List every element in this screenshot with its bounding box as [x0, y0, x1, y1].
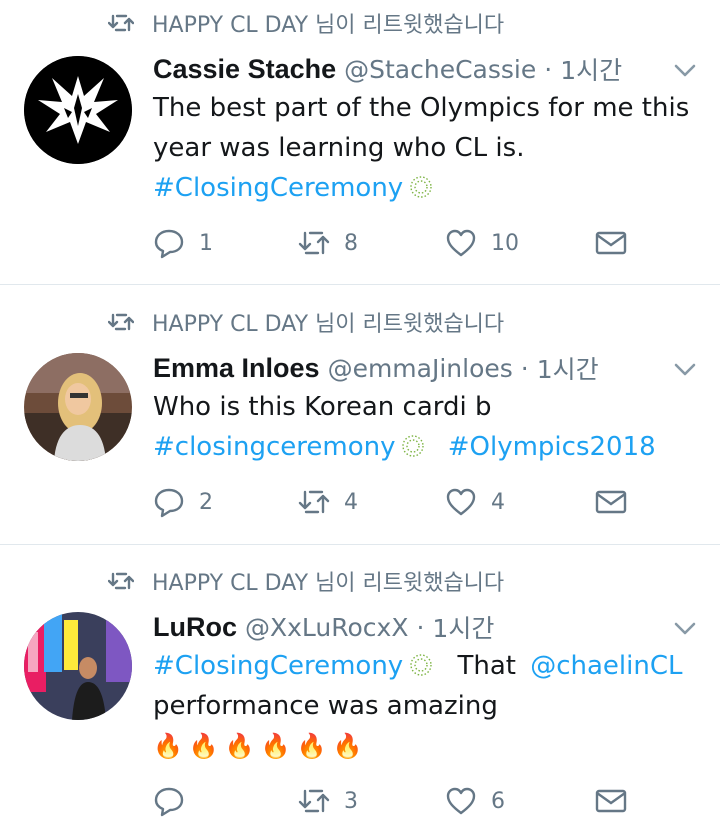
- hashtag-emoji-icon: [410, 654, 432, 676]
- fire-emoji: 🔥: [260, 732, 291, 760]
- timestamp[interactable]: 1시간: [537, 350, 599, 386]
- hashtag-emoji-icon: [402, 435, 425, 457]
- user-handle[interactable]: @StacheCassie: [344, 55, 536, 84]
- direct-message-button[interactable]: [595, 486, 627, 518]
- retweet-count: 8: [344, 230, 358, 256]
- reply-button[interactable]: [153, 785, 185, 817]
- tweet-text-line: The best part of the Olympics for me thi…: [153, 93, 690, 123]
- hashtag-link[interactable]: #ClosingCeremony: [153, 173, 403, 203]
- fire-emoji: 🔥: [332, 732, 363, 760]
- envelope-icon: [595, 789, 627, 813]
- fire-emoji: 🔥: [188, 732, 219, 760]
- emoji-line: 🔥 🔥 🔥 🔥 🔥 🔥: [153, 726, 368, 766]
- mention-link[interactable]: @chaelinCL: [530, 651, 682, 681]
- display-name[interactable]: Emma Inloes: [153, 353, 320, 384]
- retweet-button[interactable]: 3: [298, 785, 358, 817]
- tweet[interactable]: HAPPY CL DAY 님이 리트윗했습니다 Cassie Stache @S…: [0, 0, 720, 285]
- retweet-button[interactable]: 8: [298, 227, 358, 259]
- retweet-context: HAPPY CL DAY 님이 리트윗했습니다: [108, 566, 504, 596]
- tweet-header: Cassie Stache @StacheCassie · 1시간: [153, 51, 622, 87]
- avatar-image: [24, 612, 132, 720]
- envelope-icon: [595, 231, 627, 255]
- retweet-context: HAPPY CL DAY 님이 리트윗했습니다: [108, 8, 504, 38]
- retweet-icon: [298, 789, 330, 813]
- retweet-label: HAPPY CL DAY 님이 리트윗했습니다: [152, 13, 505, 38]
- tweet-actions: 1 8 10: [153, 227, 633, 263]
- tweet-text: That: [457, 651, 516, 681]
- separator-dot: ·: [520, 353, 529, 383]
- display-name[interactable]: LuRoc: [153, 612, 237, 643]
- retweet-button[interactable]: 4: [298, 486, 358, 518]
- retweet-context: HAPPY CL DAY 님이 리트윗했습니다: [108, 307, 504, 337]
- retweet-icon: [108, 14, 134, 32]
- reply-button[interactable]: 2: [153, 486, 213, 518]
- hashtag-emoji-icon: [410, 176, 432, 198]
- like-count: 10: [491, 230, 519, 256]
- reply-button[interactable]: 1: [153, 227, 213, 259]
- fire-emoji: 🔥: [224, 732, 255, 760]
- retweet-icon: [298, 490, 330, 514]
- display-name[interactable]: Cassie Stache: [153, 54, 336, 85]
- separator-dot: ·: [544, 54, 553, 84]
- retweet-icon: [298, 231, 330, 255]
- heart-icon: [446, 488, 476, 516]
- tweet-header: LuRoc @XxLuRocxX · 1시간: [153, 609, 494, 645]
- reply-icon: [154, 488, 184, 518]
- heart-icon: [446, 229, 476, 257]
- like-button[interactable]: 4: [445, 486, 505, 518]
- avatar[interactable]: [24, 612, 132, 720]
- timestamp[interactable]: 1시간: [560, 51, 622, 87]
- chevron-down-icon[interactable]: [674, 622, 696, 636]
- envelope-icon: [595, 490, 627, 514]
- retweet-label: HAPPY CL DAY 님이 리트윗했습니다: [152, 571, 505, 596]
- tweet-text-line: Who is this Korean cardi b: [153, 392, 492, 422]
- like-button[interactable]: 6: [445, 785, 505, 817]
- heart-icon: [446, 787, 476, 815]
- tweet-text-line: performance was amazing: [153, 691, 498, 721]
- retweet-icon: [108, 313, 134, 331]
- tweet-text-line: year was learning who CL is.: [153, 133, 525, 163]
- hashtag-link[interactable]: #closingceremony: [153, 432, 395, 462]
- tweet-actions: 3 6: [153, 785, 633, 821]
- fire-emoji: 🔥: [296, 732, 327, 760]
- hashtag-link[interactable]: #ClosingCeremony: [153, 651, 403, 681]
- tweet-text-line: #closingceremony #Olympics2018: [153, 427, 656, 467]
- avatar[interactable]: [24, 56, 132, 164]
- like-count: 4: [491, 489, 505, 515]
- avatar[interactable]: [24, 353, 132, 461]
- direct-message-button[interactable]: [595, 227, 627, 259]
- separator-dot: ·: [416, 612, 425, 642]
- hashtag-link[interactable]: #Olympics2018: [448, 432, 656, 462]
- tweet-header: Emma Inloes @emmaJinloes · 1시간: [153, 350, 599, 386]
- chevron-down-icon[interactable]: [674, 363, 696, 377]
- tweet-text-line: #ClosingCeremony That @chaelinCL: [153, 646, 683, 686]
- timeline: HAPPY CL DAY 님이 리트윗했습니다 Cassie Stache @S…: [0, 0, 720, 826]
- tweet[interactable]: HAPPY CL DAY 님이 리트윗했습니다 Emma Inloes @emm…: [0, 285, 720, 545]
- avatar-image: [24, 353, 132, 461]
- timestamp[interactable]: 1시간: [432, 609, 494, 645]
- chevron-down-icon[interactable]: [674, 64, 696, 78]
- like-button[interactable]: 10: [445, 227, 519, 259]
- user-handle[interactable]: @emmaJinloes: [328, 354, 513, 383]
- user-handle[interactable]: @XxLuRocxX: [245, 613, 408, 642]
- reply-count: 1: [199, 230, 213, 256]
- tweet-actions: 2 4 4: [153, 486, 633, 522]
- retweet-count: 4: [344, 489, 358, 515]
- tweet[interactable]: HAPPY CL DAY 님이 리트윗했습니다 LuRoc @XxLuRocxX…: [0, 545, 720, 826]
- reply-icon: [154, 787, 184, 817]
- like-count: 6: [491, 788, 505, 814]
- retweet-count: 3: [344, 788, 358, 814]
- direct-message-button[interactable]: [595, 785, 627, 817]
- reply-count: 2: [199, 489, 213, 515]
- fire-emoji: 🔥: [153, 732, 183, 760]
- avatar-image: [24, 56, 132, 164]
- retweet-label: HAPPY CL DAY 님이 리트윗했습니다: [152, 312, 505, 337]
- tweet-text-line: #ClosingCeremony: [153, 168, 433, 208]
- reply-icon: [154, 229, 184, 259]
- retweet-icon: [108, 572, 134, 590]
